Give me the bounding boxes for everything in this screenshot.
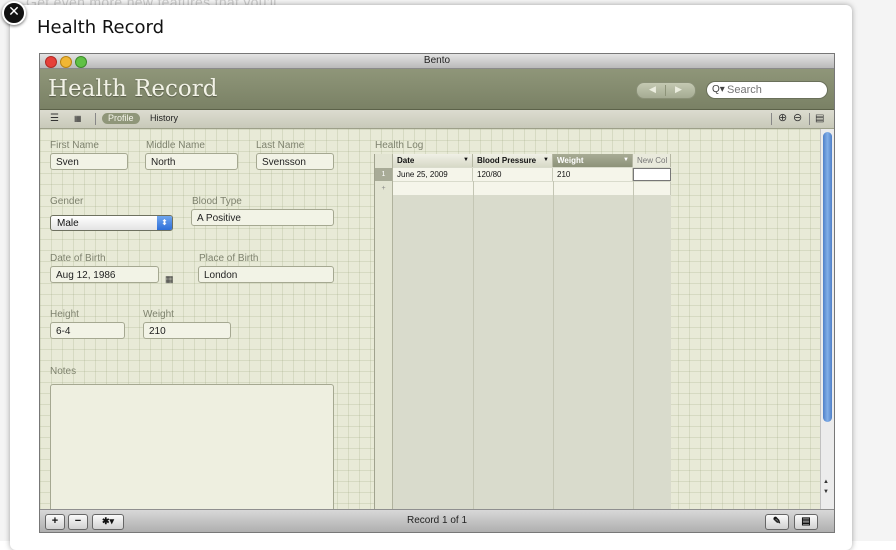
column-header-label: Weight bbox=[557, 156, 584, 165]
close-icon[interactable]: ✕ bbox=[2, 1, 26, 25]
add-row-marker[interactable]: + bbox=[375, 182, 392, 195]
column-header-weight[interactable]: Weight ▼ bbox=[553, 154, 633, 167]
calendar-icon[interactable]: ▦ bbox=[165, 274, 174, 285]
column-header-label: Blood Pressure bbox=[477, 156, 537, 165]
remove-record-icon[interactable]: ⊖ bbox=[793, 111, 802, 124]
weight-label: Weight bbox=[143, 309, 174, 320]
window-title: Bento bbox=[423, 55, 451, 66]
next-record-icon[interactable]: ▶ bbox=[675, 84, 682, 95]
blood-type-field[interactable]: A Positive bbox=[191, 209, 334, 226]
window-titlebar: Bento bbox=[40, 54, 834, 69]
tab-profile[interactable]: Profile bbox=[102, 113, 140, 124]
record-nav-segment: ◀ ▶ bbox=[636, 82, 696, 99]
add-record-icon[interactable]: ⊕ bbox=[778, 111, 787, 124]
form-banner: Health Record ◀ ▶ Q▾ bbox=[40, 69, 834, 110]
row-number-column bbox=[375, 154, 393, 509]
height-field[interactable]: 6-4 bbox=[50, 322, 125, 339]
table-cell-new-column[interactable] bbox=[633, 168, 671, 181]
grid-view-icon[interactable]: ▦ bbox=[74, 114, 82, 123]
place-of-birth-label: Place of Birth bbox=[199, 253, 259, 264]
column-divider bbox=[633, 181, 634, 509]
gender-select[interactable]: Male ⬍ bbox=[50, 215, 173, 231]
column-divider bbox=[473, 181, 474, 509]
health-log-table: Date ▼ Blood Pressure ▼ Weight ▼ New Col 1 … bbox=[374, 154, 671, 509]
sort-caret-icon: ▼ bbox=[543, 157, 549, 163]
search-icon: Q▾ bbox=[712, 84, 725, 95]
form-title: Health Record bbox=[48, 76, 218, 102]
place-of-birth-field[interactable]: London bbox=[198, 266, 334, 283]
toolbar: ☰ ▦ Profile History ⊕ ⊖ ▤ bbox=[40, 110, 834, 129]
date-of-birth-field[interactable]: Aug 12, 1986 bbox=[50, 266, 159, 283]
vertical-scrollbar[interactable]: ▲ ▼ bbox=[820, 129, 834, 509]
toolbar-divider bbox=[809, 113, 810, 125]
bottom-bar: + − ✱▾ Record 1 of 1 ✎ ▤ bbox=[40, 509, 834, 532]
column-header-new[interactable]: New Col bbox=[633, 154, 671, 167]
column-header-date[interactable]: Date ▼ bbox=[393, 154, 473, 167]
weight-field[interactable]: 210 bbox=[143, 322, 231, 339]
middle-name-field[interactable]: North bbox=[145, 153, 238, 170]
column-header-blood-pressure[interactable]: Blood Pressure ▼ bbox=[473, 154, 553, 167]
health-log-title: Health Log bbox=[375, 140, 424, 151]
fields-panel-icon[interactable]: ▤ bbox=[794, 514, 818, 530]
blood-type-label: Blood Type bbox=[192, 196, 242, 207]
scroll-thumb[interactable] bbox=[823, 132, 832, 422]
first-name-label: First Name bbox=[50, 140, 99, 151]
toolbar-divider bbox=[771, 113, 772, 125]
search-field[interactable]: Q▾ bbox=[706, 81, 828, 99]
sort-caret-icon: ▼ bbox=[623, 157, 629, 163]
form-content: First Name Sven Middle Name North Last N… bbox=[40, 129, 820, 514]
lightbox-title: Health Record bbox=[37, 17, 165, 38]
date-of-birth-label: Date of Birth bbox=[50, 253, 106, 264]
edit-layout-icon[interactable]: ✎ bbox=[765, 514, 789, 530]
column-divider bbox=[553, 181, 554, 509]
last-name-field[interactable]: Svensson bbox=[256, 153, 334, 170]
notes-label: Notes bbox=[50, 366, 77, 377]
list-view-icon[interactable]: ☰ bbox=[50, 113, 59, 124]
new-row[interactable] bbox=[393, 182, 671, 195]
column-header-label: Date bbox=[397, 156, 415, 165]
chevron-updown-icon: ⬍ bbox=[157, 216, 172, 230]
nav-divider bbox=[665, 85, 666, 96]
table-cell-blood-pressure[interactable]: 120/80 bbox=[473, 168, 553, 181]
table-cell-weight[interactable]: 210 bbox=[553, 168, 633, 181]
row-number[interactable]: 1 bbox=[375, 168, 392, 181]
sort-caret-icon: ▼ bbox=[463, 157, 469, 163]
table-cell-date[interactable]: June 25, 2009 bbox=[393, 168, 473, 181]
notes-field[interactable] bbox=[50, 384, 334, 514]
info-panel-icon[interactable]: ▤ bbox=[815, 113, 824, 124]
gender-label: Gender bbox=[50, 196, 84, 207]
bento-window: Bento Health Record ◀ ▶ Q▾ ☰ ▦ Profile H… bbox=[39, 53, 835, 533]
height-label: Height bbox=[50, 309, 79, 320]
toolbar-divider bbox=[95, 113, 96, 125]
middle-name-label: Middle Name bbox=[146, 140, 205, 151]
scroll-up-icon[interactable]: ▲ bbox=[823, 479, 829, 485]
last-name-label: Last Name bbox=[256, 140, 305, 151]
search-input[interactable] bbox=[727, 83, 819, 96]
gender-value: Male bbox=[57, 218, 79, 229]
scroll-down-icon[interactable]: ▼ bbox=[823, 489, 829, 495]
tab-history[interactable]: History bbox=[150, 113, 178, 124]
record-count: Record 1 of 1 bbox=[406, 515, 468, 526]
previous-record-icon[interactable]: ◀ bbox=[649, 84, 656, 95]
first-name-field[interactable]: Sven bbox=[50, 153, 128, 170]
